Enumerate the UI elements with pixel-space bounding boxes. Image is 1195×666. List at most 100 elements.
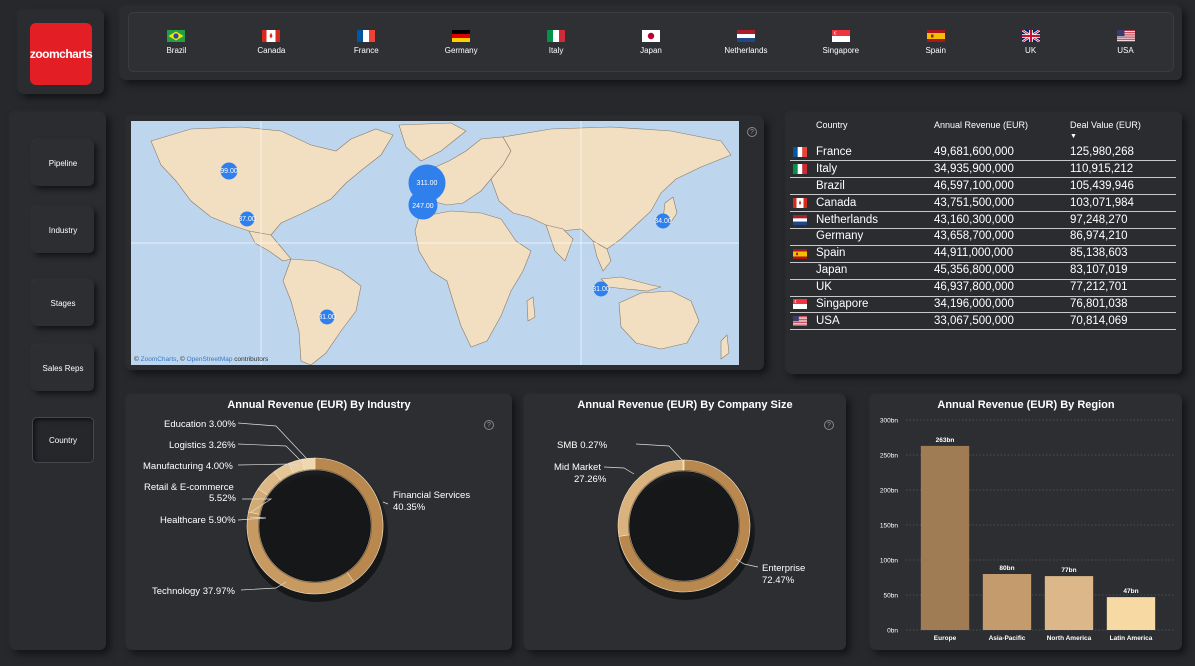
label-healthcare: Healthcare 5.90% (160, 515, 236, 526)
cell-deal-value: 97,248,270 (1070, 211, 1176, 229)
uk-flag-icon (1020, 29, 1041, 43)
cell-revenue: 46,937,800,000 (934, 279, 1070, 297)
label-retail-value: 5.52% (209, 493, 236, 504)
bar-europe[interactable] (920, 445, 970, 630)
map-bubble-label: 31.00 (318, 314, 336, 321)
country-filter-usa[interactable]: USA (1086, 29, 1166, 55)
label-mid-market: Mid Market (554, 462, 601, 473)
nav-pipeline-button[interactable]: Pipeline (32, 140, 94, 186)
cell-deal-value: 83,107,019 (1070, 262, 1176, 280)
country-filter-italy[interactable]: Italy (516, 29, 596, 55)
cell-revenue: 44,911,000,000 (934, 245, 1070, 263)
map-bubble-label: 31.00 (592, 286, 610, 293)
nav-stages-button[interactable]: Stages (32, 280, 94, 326)
table-row[interactable]: Spain 44,911,000,000 85,138,603 (790, 245, 1176, 263)
cell-revenue: 34,935,900,000 (934, 160, 1070, 179)
italy-flag-icon (793, 164, 807, 175)
x-category-label: Europe (934, 635, 957, 642)
donut-slice-smb[interactable] (682, 459, 685, 472)
table-row[interactable]: Italy 34,935,900,000 110,915,212 (790, 160, 1176, 179)
nav-industry-button[interactable]: Industry (32, 207, 94, 253)
cell-deal-value: 103,071,984 (1070, 194, 1176, 213)
cell-country: France (816, 144, 934, 162)
table-row[interactable]: Netherlands 43,160,300,000 97,248,270 (790, 211, 1176, 229)
bar-north-america[interactable] (1044, 576, 1094, 630)
label-financial-value: 40.35% (393, 502, 426, 513)
label-enterprise: Enterprise (762, 563, 806, 574)
country-filter-label: Brazil (166, 46, 187, 55)
bar-data-label: 263bn (936, 437, 955, 444)
region-bar-chart[interactable]: 0bn 50bn 100bn 150bn 200bn 250bn 300bn 263bn Eur… (870, 394, 1182, 650)
netherlands-flag-icon (793, 215, 807, 225)
country-filter-france[interactable]: France (326, 29, 406, 55)
country-filter-label: Netherlands (724, 46, 768, 55)
openstreetmap-link[interactable]: OpenStreetMap (187, 356, 233, 363)
table-row[interactable]: Brazil 46,597,100,000 105,439,946 (790, 177, 1176, 196)
country-filter-label: UK (1025, 46, 1037, 55)
bar-latin-america[interactable] (1106, 597, 1156, 630)
country-filter-strip: Brazil Canada France Germany Italy Japan Nethe… (120, 6, 1182, 80)
country-filter-list: Brazil Canada France Germany Italy Japan Nethe… (128, 12, 1174, 72)
country-revenue-table: Country Annual Revenue (EUR) Deal Value … (790, 120, 1176, 331)
leader-line (635, 443, 683, 461)
map-help-icon[interactable]: ? (747, 127, 757, 137)
leader-line (382, 501, 389, 505)
country-filter-label: Canada (257, 46, 286, 55)
map-bubble-label: 247.00 (412, 203, 434, 210)
italy-flag-icon (547, 29, 566, 42)
country-filter-germany[interactable]: Germany (421, 29, 501, 55)
cell-country: UK (816, 279, 934, 297)
table-row[interactable]: UK 46,937,800,000 77,212,701 (790, 279, 1176, 297)
cell-deal-value: 77,212,701 (1070, 279, 1176, 297)
table-row[interactable]: Singapore 34,196,000,000 76,801,038 (790, 296, 1176, 314)
nav-sales-reps-button[interactable]: Sales Reps (32, 345, 94, 391)
cell-revenue: 34,196,000,000 (934, 296, 1070, 314)
cell-revenue: 46,597,100,000 (934, 177, 1070, 196)
y-tick-label: 50bn (884, 593, 899, 600)
x-category-label: Latin America (1110, 635, 1153, 642)
country-filter-label: Japan (640, 46, 662, 55)
country-filter-netherlands[interactable]: Netherlands (706, 29, 786, 55)
country-filter-canada[interactable]: Canada (231, 29, 311, 55)
country-filter-brazil[interactable]: Brazil (136, 29, 216, 55)
company-size-chart-panel: Annual Revenue (EUR) By Company Size ? S… (524, 394, 846, 650)
region-chart-panel: Annual Revenue (EUR) By Region 0bn 50bn 10… (870, 394, 1182, 650)
table-row[interactable]: USA 33,067,500,000 70,814,069 (790, 312, 1176, 331)
x-category-label: Asia-Pacific (989, 635, 1026, 642)
cell-country: Japan (816, 262, 934, 280)
label-education: Education 3.00% (164, 419, 236, 430)
col-header-country[interactable]: Country (816, 120, 934, 144)
zoomcharts-link[interactable]: ZoomCharts (141, 356, 177, 363)
spain-flag-icon (926, 29, 945, 42)
country-filter-singapore[interactable]: Singapore (801, 29, 881, 55)
bar-asia-pacific[interactable] (982, 574, 1032, 630)
col-header-deal[interactable]: Deal Value (EUR) ▼ (1070, 120, 1176, 144)
country-filter-label: Italy (548, 46, 564, 55)
y-tick-label: 150bn (880, 523, 898, 530)
navigation-panel: Pipeline Industry Stages Sales Reps Coun… (10, 112, 106, 650)
japan-flag-icon (641, 29, 660, 42)
company-size-donut-chart[interactable] (524, 394, 846, 650)
cell-revenue: 33,067,500,000 (934, 312, 1070, 331)
france-flag-icon (357, 29, 376, 42)
country-filter-japan[interactable]: Japan (611, 29, 691, 55)
nav-country-button[interactable]: Country (32, 417, 94, 463)
x-category-label: North America (1047, 635, 1092, 642)
map-bubble-label: 34.00 (654, 218, 672, 225)
france-flag-icon (793, 147, 807, 158)
table-row[interactable]: Canada 43,751,500,000 103,071,984 (790, 194, 1176, 213)
country-filter-label: USA (1117, 46, 1134, 55)
country-filter-spain[interactable]: Spain (896, 29, 976, 55)
world-map[interactable]: 99.00 37.00 311.00 247.00 34.00 31.00 31… (131, 121, 739, 365)
y-tick-label: 300bn (880, 418, 898, 425)
label-technology: Technology 37.97% (152, 586, 235, 597)
country-filter-uk[interactable]: UK (991, 29, 1071, 55)
label-financial: Financial Services (393, 490, 471, 501)
bar-data-label: 77bn (1061, 567, 1076, 574)
table-row[interactable]: Germany 43,658,700,000 86,974,210 (790, 228, 1176, 246)
table-row[interactable]: Japan 45,356,800,000 83,107,019 (790, 262, 1176, 280)
usa-flag-icon (1116, 29, 1135, 42)
label-enterprise-value: 72.47% (762, 575, 795, 586)
col-header-revenue[interactable]: Annual Revenue (EUR) (934, 120, 1070, 144)
table-row[interactable]: France 49,681,600,000 125,980,268 (790, 144, 1176, 162)
